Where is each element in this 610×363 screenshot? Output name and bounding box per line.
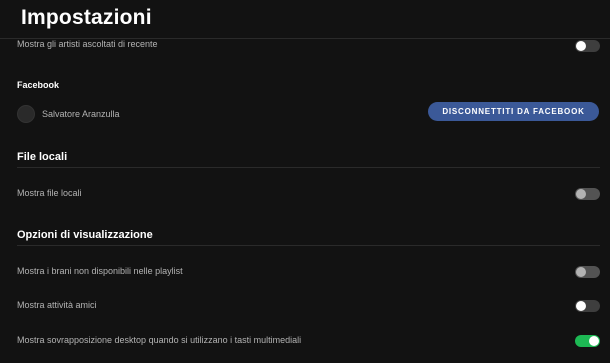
- toggle-friend-activity[interactable]: [575, 300, 600, 312]
- setting-label-unavailable-tracks: Mostra i brani non disponibili nelle pla…: [17, 266, 183, 276]
- setting-row-recent-artists: Mostra gli artisti ascoltati di recente: [17, 38, 600, 52]
- toggle-unavailable-tracks[interactable]: [575, 266, 600, 278]
- toggle-knob: [576, 189, 586, 199]
- setting-row-local-files: Mostra file locali: [17, 187, 600, 201]
- setting-row-friend-activity: Mostra attività amici: [17, 299, 600, 313]
- setting-row-desktop-overlay: Mostra sovrapposizione desktop quando si…: [17, 334, 600, 348]
- toggle-knob: [589, 336, 599, 346]
- setting-label-friend-activity: Mostra attività amici: [17, 300, 97, 310]
- toggle-knob: [576, 41, 586, 51]
- setting-label-local-files: Mostra file locali: [17, 188, 82, 198]
- page-title: Impostazioni: [21, 6, 152, 29]
- facebook-user-name: Salvatore Aranzulla: [42, 109, 120, 119]
- setting-row-unavailable-tracks: Mostra i brani non disponibili nelle pla…: [17, 265, 600, 279]
- toggle-knob: [576, 301, 586, 311]
- avatar: [17, 105, 35, 123]
- section-divider: [17, 245, 600, 246]
- toggle-local-files[interactable]: [575, 188, 600, 200]
- section-title-local-files: File locali: [17, 151, 68, 163]
- setting-label-desktop-overlay: Mostra sovrapposizione desktop quando si…: [17, 335, 302, 345]
- section-title-facebook: Facebook: [17, 80, 60, 90]
- toggle-recent-artists[interactable]: [575, 40, 600, 52]
- toggle-desktop-overlay[interactable]: [575, 335, 600, 347]
- toggle-knob: [576, 267, 586, 277]
- settings-header: Impostazioni: [0, 0, 610, 39]
- disconnect-facebook-button[interactable]: DISCONNETTITI DA FACEBOOK: [428, 102, 599, 121]
- section-divider: [17, 167, 600, 168]
- section-title-display-options: Opzioni di visualizzazione: [17, 229, 153, 241]
- setting-label-recent-artists: Mostra gli artisti ascoltati di recente: [17, 39, 158, 49]
